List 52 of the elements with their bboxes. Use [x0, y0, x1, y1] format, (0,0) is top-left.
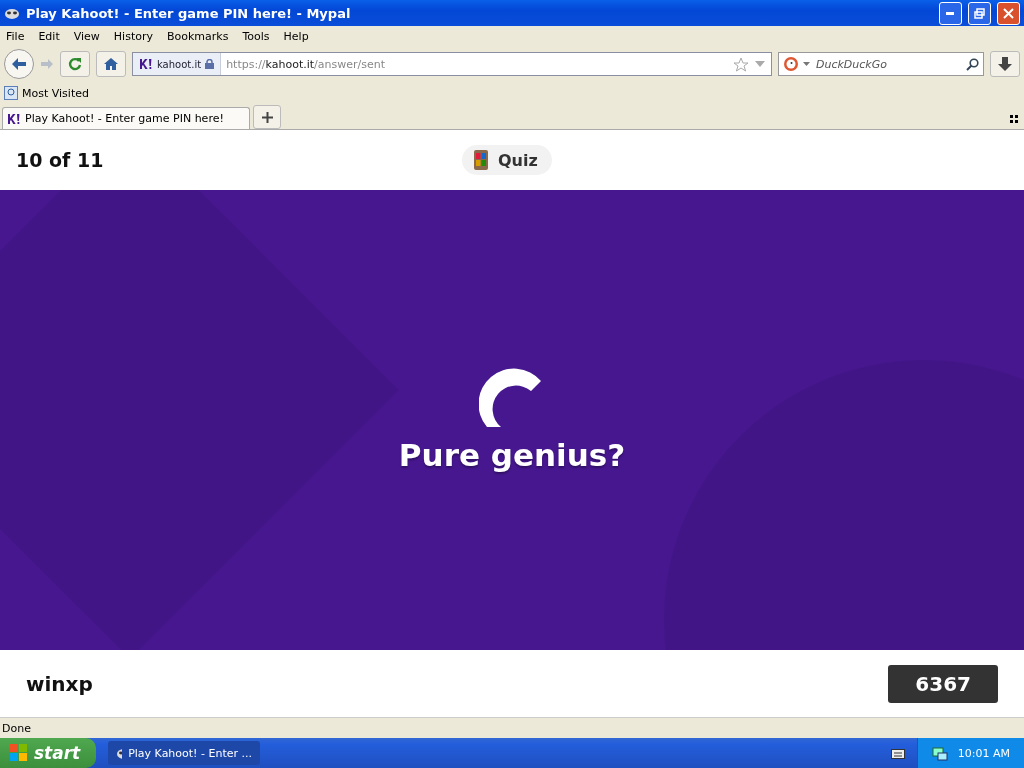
url-field[interactable]: kahoot.it https://kahoot.it/answer/sent	[132, 52, 772, 76]
quiz-label: Quiz	[498, 150, 538, 170]
keyboard-icon[interactable]	[890, 747, 905, 759]
status-text: Done	[2, 721, 31, 735]
back-button[interactable]	[4, 49, 34, 79]
result-message: Pure genius?	[398, 437, 626, 473]
menu-item[interactable]: View	[73, 29, 100, 43]
search-icon[interactable]	[966, 57, 979, 71]
restore-button[interactable]	[968, 1, 991, 25]
question-counter: 10 of 11	[16, 149, 104, 171]
menu-item[interactable]: Help	[283, 29, 309, 43]
lock-icon	[205, 59, 215, 69]
network-icon[interactable]	[931, 745, 948, 761]
download-button[interactable]	[990, 51, 1020, 77]
home-icon	[103, 57, 119, 71]
search-box[interactable]: DuckDuckGo	[778, 52, 984, 76]
browser-tab[interactable]: Play Kahoot! - Enter game PIN here!	[2, 107, 250, 129]
star-icon[interactable]	[733, 56, 749, 72]
bookmark-item[interactable]: Most Visited	[4, 86, 89, 100]
player-name: winxp	[26, 671, 93, 696]
clock-text: 10:01 AM	[957, 746, 1010, 760]
score-badge: 6367	[888, 664, 998, 703]
download-arrow-icon	[998, 57, 1012, 71]
grid-icon[interactable]	[1010, 115, 1018, 123]
tab-label: Play Kahoot! - Enter game PIN here!	[25, 112, 224, 125]
reload-button[interactable]	[60, 51, 90, 77]
restore-icon	[974, 7, 985, 19]
quiz-icon	[474, 150, 488, 170]
close-icon	[1003, 7, 1014, 19]
window-title: Play Kahoot! - Enter game PIN here! - Mypal	[26, 5, 352, 21]
close-button[interactable]	[997, 1, 1020, 25]
menu-item[interactable]: File	[6, 29, 25, 43]
caret-icon	[803, 62, 810, 66]
menu-item[interactable]: History	[113, 29, 153, 43]
minimize-icon	[946, 11, 955, 15]
taskbar-button[interactable]: Play Kahoot! - Enter ...	[108, 741, 260, 765]
menu-item[interactable]: Edit	[38, 29, 60, 43]
kahoot-logo-icon	[7, 112, 21, 125]
site-label: kahoot.it	[157, 58, 202, 70]
new-tab-button[interactable]	[253, 105, 281, 129]
menu-item[interactable]: Tools	[242, 29, 270, 43]
home-button[interactable]	[96, 51, 126, 77]
menu-item[interactable]: Bookmarks	[167, 29, 229, 43]
back-arrow-icon	[11, 57, 27, 71]
url-text: https://kahoot.it/answer/sent	[225, 57, 387, 71]
kahoot-logo-icon	[139, 58, 153, 70]
reload-icon	[68, 57, 82, 71]
duck-icon	[783, 56, 799, 72]
plus-icon	[261, 111, 273, 123]
minimize-button[interactable]	[939, 1, 962, 25]
bookmark-folder-icon	[4, 86, 18, 100]
windows-flag-icon	[10, 744, 28, 762]
